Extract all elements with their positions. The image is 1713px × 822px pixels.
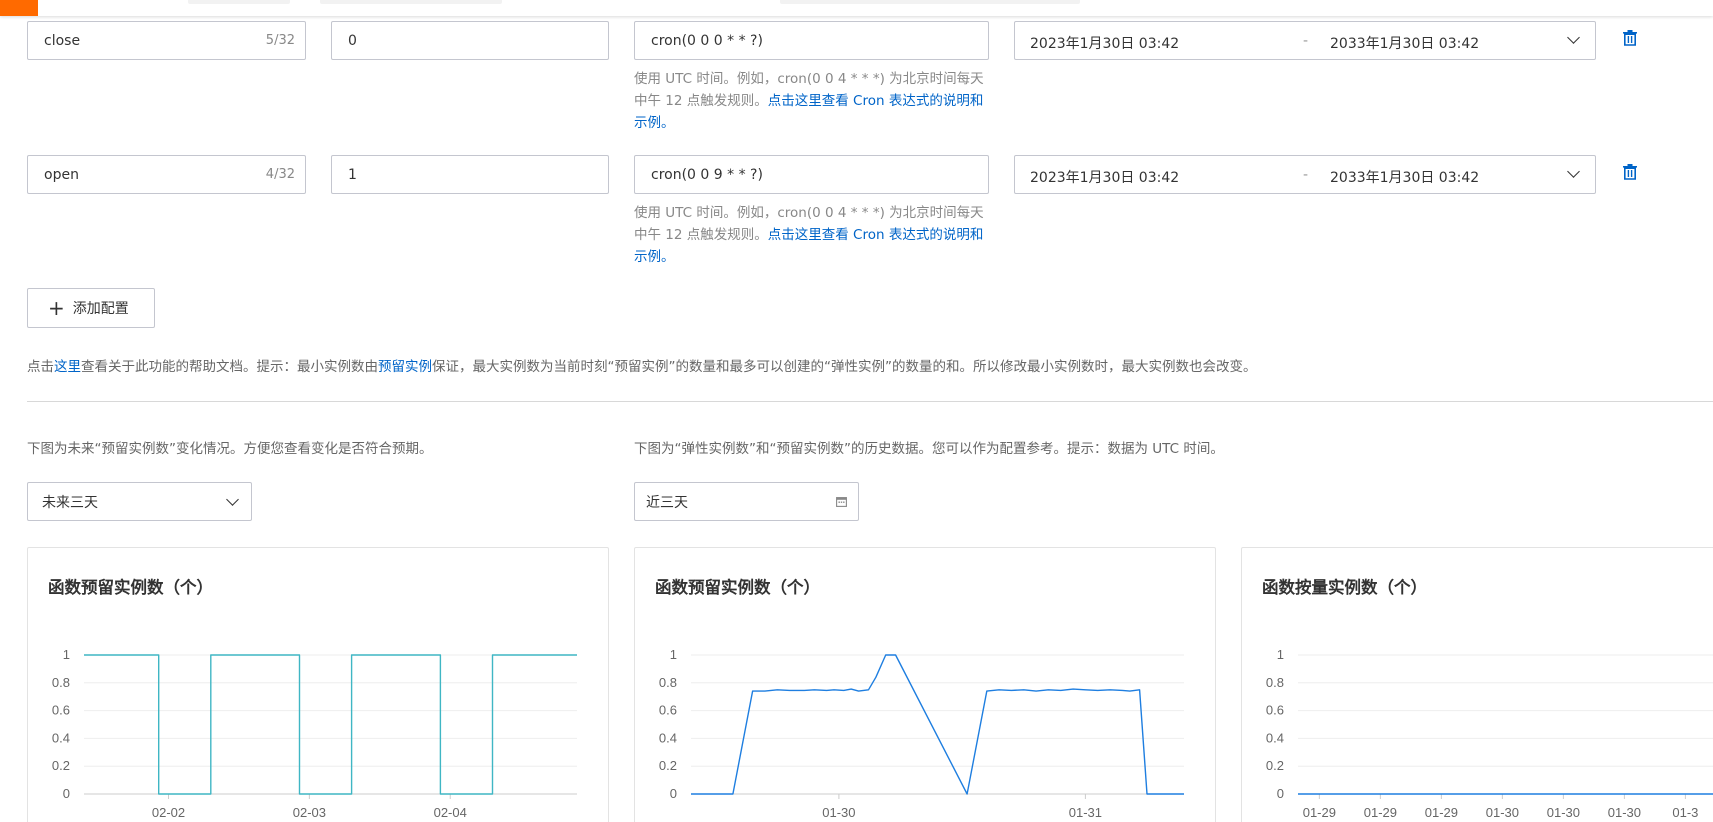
top-navigation-bar: [0, 0, 1713, 16]
cron-hint: 使用 UTC 时间。例如，cron(0 0 4 * * *) 为北京时间每天中午…: [634, 202, 994, 268]
future-reserved-chart-card: 函数预留实例数（个） 1 0.8 0.6 0.4 0.2 0 02-02 02-03 02-04: [27, 547, 609, 822]
y-tick-label: 0.4: [52, 730, 70, 745]
section-divider: [27, 401, 1713, 402]
x-tick-label: 01-31: [1069, 805, 1102, 820]
char-count: 4/32: [265, 167, 295, 182]
y-tick-label: 0: [1277, 786, 1284, 801]
y-tick-label: 0.2: [1266, 758, 1284, 773]
cron-value: cron(0 0 9 * * ?): [651, 166, 763, 183]
series-line: [691, 654, 1184, 795]
add-config-label: 添加配置: [72, 301, 129, 317]
y-tick-label: 0.2: [52, 758, 70, 773]
range-separator: -: [1303, 33, 1309, 49]
effective-time-range-picker[interactable]: 2023年1月30日 03:42 - 2033年1月30日 03:42: [1014, 21, 1596, 60]
help-middle: 查看关于此功能的帮助文档。提示：最小实例数由: [81, 359, 378, 375]
cron-expression-input[interactable]: cron(0 0 9 * * ?): [634, 155, 989, 194]
y-tick-label: 0.4: [659, 730, 677, 745]
range-start: 2023年1月30日 03:42: [1030, 36, 1180, 52]
target-value: 1: [348, 166, 357, 183]
y-tick-label: 1: [1277, 647, 1284, 662]
x-tick-label: 01-29: [1425, 805, 1458, 820]
range-end: 2033年1月30日 03:42: [1330, 170, 1480, 186]
x-tick-label: 02-04: [434, 805, 467, 820]
future-reserved-chart: 1 0.8 0.6 0.4 0.2 0 02-02 02-03 02-04: [52, 647, 577, 820]
help-prefix: 点击: [27, 359, 54, 375]
y-tick-label: 0.6: [52, 703, 70, 718]
nav-tab-stub[interactable]: [320, 0, 502, 4]
range-end: 2033年1月30日 03:42: [1330, 36, 1480, 52]
future-range-select[interactable]: 未来三天: [27, 482, 252, 521]
cron-hint: 使用 UTC 时间。例如，cron(0 0 4 * * *) 为北京时间每天中午…: [634, 68, 994, 134]
x-tick-label: 01-29: [1303, 805, 1336, 820]
range-start: 2023年1月30日 03:42: [1030, 170, 1180, 186]
cron-expression-input[interactable]: cron(0 0 0 * * ?): [634, 21, 989, 60]
chevron-down-icon: [1567, 165, 1580, 178]
y-tick-label: 0.2: [659, 758, 677, 773]
x-tick-label: 02-03: [293, 805, 326, 820]
series-line: [84, 654, 577, 795]
reserved-instance-link[interactable]: 预留实例: [378, 359, 432, 375]
history-range-picker[interactable]: 近三天: [634, 482, 859, 521]
chevron-down-icon: [226, 493, 239, 506]
help-text: 点击这里查看关于此功能的帮助文档。提示：最小实例数由预留实例保证，最大实例数为当…: [27, 355, 1256, 375]
trash-icon[interactable]: [1623, 30, 1637, 46]
x-tick-label: 01-3: [1672, 805, 1698, 820]
rule-name-input[interactable]: close 5/32: [27, 21, 306, 60]
x-tick-label: 01-29: [1364, 805, 1397, 820]
trash-icon[interactable]: [1623, 164, 1637, 180]
y-tick-label: 0.6: [659, 703, 677, 718]
y-tick-label: 0.8: [659, 675, 677, 690]
rule-name-input[interactable]: open 4/32: [27, 155, 306, 194]
x-tick-label: 01-30: [1608, 805, 1641, 820]
target-value: 0: [348, 32, 357, 49]
nav-tab-stub[interactable]: [188, 0, 290, 4]
x-tick-label: 01-30: [1547, 805, 1580, 820]
y-tick-label: 0.8: [52, 675, 70, 690]
brand-logo[interactable]: [0, 0, 38, 16]
y-tick-label: 0.8: [1266, 675, 1284, 690]
history-reserved-chart: 1 0.8 0.6 0.4 0.2 0 01-30 01-31: [659, 647, 1184, 820]
target-value-input[interactable]: 1: [331, 155, 609, 194]
add-config-button[interactable]: + 添加配置: [27, 288, 155, 328]
y-tick-label: 1: [670, 647, 677, 662]
help-doc-link[interactable]: 这里: [54, 359, 81, 375]
rule-name-value: close: [44, 32, 81, 49]
y-tick-label: 0: [670, 786, 677, 801]
chevron-down-icon: [1567, 31, 1580, 44]
char-count: 5/32: [265, 33, 295, 48]
y-tick-label: 0.6: [1266, 703, 1284, 718]
cron-value: cron(0 0 0 * * ?): [651, 32, 763, 49]
y-tick-label: 1: [63, 647, 70, 662]
nav-tab-stub[interactable]: [780, 0, 1080, 4]
history-ondemand-chart: 1 0.8 0.6 0.4 0.2 0 01-29 01-29 01-29 01-30 01-30 0…: [1266, 647, 1713, 820]
x-tick-label: 01-30: [1486, 805, 1519, 820]
effective-time-range-picker[interactable]: 2023年1月30日 03:42 - 2033年1月30日 03:42: [1014, 155, 1596, 194]
history-ondemand-chart-card: 函数按量实例数（个） 1 0.8 0.6 0.4 0.2 0 01-29 01-29 01-29…: [1241, 547, 1713, 822]
range-separator: -: [1303, 167, 1309, 183]
x-tick-label: 02-02: [152, 805, 185, 820]
rule-name-value: open: [44, 166, 79, 183]
plus-icon: +: [48, 296, 65, 320]
x-tick-label: 01-30: [822, 805, 855, 820]
history-chart-description: 下图为“弹性实例数”和“预留实例数”的历史数据。您可以作为配置参考。提示：数据为…: [634, 441, 1224, 457]
future-chart-description: 下图为未来“预留实例数”变化情况。方便您查看变化是否符合预期。: [27, 441, 433, 457]
help-suffix: 保证，最大实例数为当前时刻“预留实例”的数量和最多可以创建的“弹性实例”的数量的…: [432, 359, 1257, 375]
history-reserved-chart-card: 函数预留实例数（个） 1 0.8 0.6 0.4 0.2 0 01-30 01-31: [634, 547, 1216, 822]
y-tick-label: 0.4: [1266, 730, 1284, 745]
calendar-icon: [836, 497, 847, 507]
history-range-value: 近三天: [646, 494, 688, 511]
future-range-value: 未来三天: [42, 494, 98, 511]
target-value-input[interactable]: 0: [331, 21, 609, 60]
y-tick-label: 0: [63, 786, 70, 801]
